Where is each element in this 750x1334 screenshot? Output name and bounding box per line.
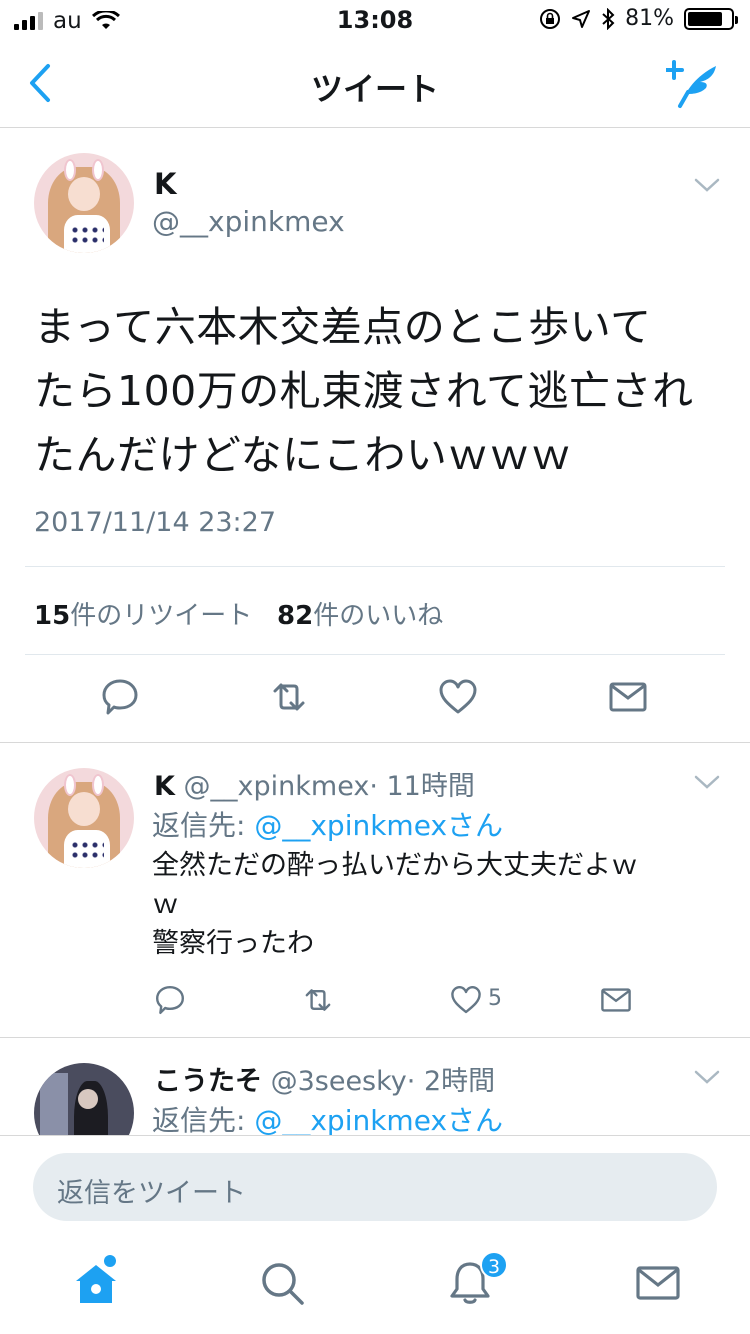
direct-message-icon[interactable]	[600, 984, 632, 1016]
chevron-down-icon[interactable]	[694, 177, 720, 193]
reply-time: · 11時間	[369, 771, 475, 802]
location-icon	[572, 9, 591, 28]
reply-to-link[interactable]: @__xpinkmexさん	[254, 809, 503, 842]
reply-text-line: 警察行ったわ	[152, 928, 314, 959]
reply-tweet[interactable]: こうたそ @3seesky· 2時間 返信先: @__xpinkmexさん	[0, 1039, 750, 1135]
reply-header: K @__xpinkmex· 11時間	[154, 764, 475, 803]
messages-icon[interactable]	[634, 1259, 682, 1307]
reply-tweet[interactable]: K @__xpinkmex· 11時間 返信先: @__xpinkmexさん 全…	[0, 744, 750, 1038]
tweet-actions	[0, 677, 750, 721]
reply-composer-bar: 返信をツイート	[0, 1135, 750, 1239]
author-name[interactable]: K	[154, 771, 175, 802]
tab-bar: 3	[0, 1239, 750, 1334]
status-bar: au 13:08 81%	[0, 0, 750, 40]
like-count[interactable]: 82	[277, 601, 313, 631]
battery-icon	[684, 7, 738, 30]
reply-to-link[interactable]: @__xpinkmexさん	[254, 1104, 503, 1135]
home-new-dot	[104, 1255, 116, 1267]
like-label[interactable]: 件のいいね	[313, 601, 443, 631]
author-handle[interactable]: @3seesky	[271, 1066, 407, 1097]
chevron-down-icon[interactable]	[694, 774, 720, 790]
avatar[interactable]	[34, 768, 134, 868]
search-icon[interactable]	[258, 1259, 306, 1307]
compose-tweet-icon[interactable]	[666, 60, 722, 110]
tweet-text-line: まって六本木交差点のとこ歩いて	[34, 303, 652, 351]
reply-time: · 2時間	[406, 1066, 496, 1097]
retweet-count[interactable]: 15	[34, 601, 70, 631]
tweet-text-line: たら100万の札束渡されて逃亡され	[34, 367, 694, 415]
nav-bar: ツイート	[0, 40, 750, 128]
author-name[interactable]: K	[154, 167, 176, 201]
tweet-timestamp: 2017/11/14 23:27	[34, 507, 277, 538]
reply-to: 返信先: @__xpinkmexさん	[152, 1099, 503, 1135]
battery-percent: 81%	[625, 6, 674, 31]
tweet-text-line: たんだけどなにこわいｗｗｗ	[34, 431, 572, 479]
status-right: 81%	[539, 6, 738, 31]
reply-to-prefix: 返信先:	[152, 809, 255, 842]
reply-to-prefix: 返信先:	[152, 1104, 255, 1135]
reply-icon[interactable]	[100, 677, 140, 717]
orientation-lock-icon	[540, 8, 561, 29]
author-handle[interactable]: @__xpinkmex	[152, 205, 345, 238]
main-tweet: K @__xpinkmex まって六本木交差点のとこ歩いて たら100万の札束渡…	[0, 129, 750, 743]
tweet-stats: 15件のリツイート 82件のいいね	[34, 595, 443, 632]
bluetooth-icon	[602, 7, 615, 30]
reply-text-line: 全然ただの酔っ払いだから大丈夫だよｗ	[152, 850, 638, 881]
reply-text-line: ｗ	[152, 889, 179, 920]
reply-to: 返信先: @__xpinkmexさん	[152, 804, 503, 844]
reply-header: こうたそ @3seesky· 2時間	[154, 1059, 495, 1098]
author-handle[interactable]: @__xpinkmex	[184, 771, 370, 802]
reply-actions: 5	[0, 984, 750, 1018]
page-title: ツイート	[310, 70, 439, 108]
author-name[interactable]: こうたそ	[154, 1066, 262, 1097]
like-count: 5	[488, 986, 502, 1011]
retweet-icon[interactable]	[269, 677, 309, 717]
retweet-icon[interactable]	[302, 984, 334, 1016]
reply-text: 全然ただの酔っ払いだから大丈夫だよｗ ｗ 警察行ったわ	[152, 846, 712, 963]
like-icon[interactable]	[438, 677, 478, 717]
reply-input[interactable]: 返信をツイート	[33, 1153, 717, 1221]
notification-badge: 3	[480, 1251, 508, 1279]
reply-icon[interactable]	[154, 984, 186, 1016]
retweet-label[interactable]: 件のリツイート	[70, 601, 252, 631]
direct-message-icon[interactable]	[608, 677, 648, 717]
divider	[25, 654, 725, 655]
divider	[25, 566, 725, 567]
battery-level	[688, 11, 723, 26]
like-icon[interactable]	[450, 984, 482, 1016]
tweet-text: まって六本木交差点のとこ歩いて たら100万の札束渡されて逃亡され たんだけどな…	[34, 295, 734, 487]
avatar[interactable]	[34, 1063, 134, 1135]
avatar[interactable]	[34, 153, 134, 253]
chevron-down-icon[interactable]	[694, 1069, 720, 1085]
